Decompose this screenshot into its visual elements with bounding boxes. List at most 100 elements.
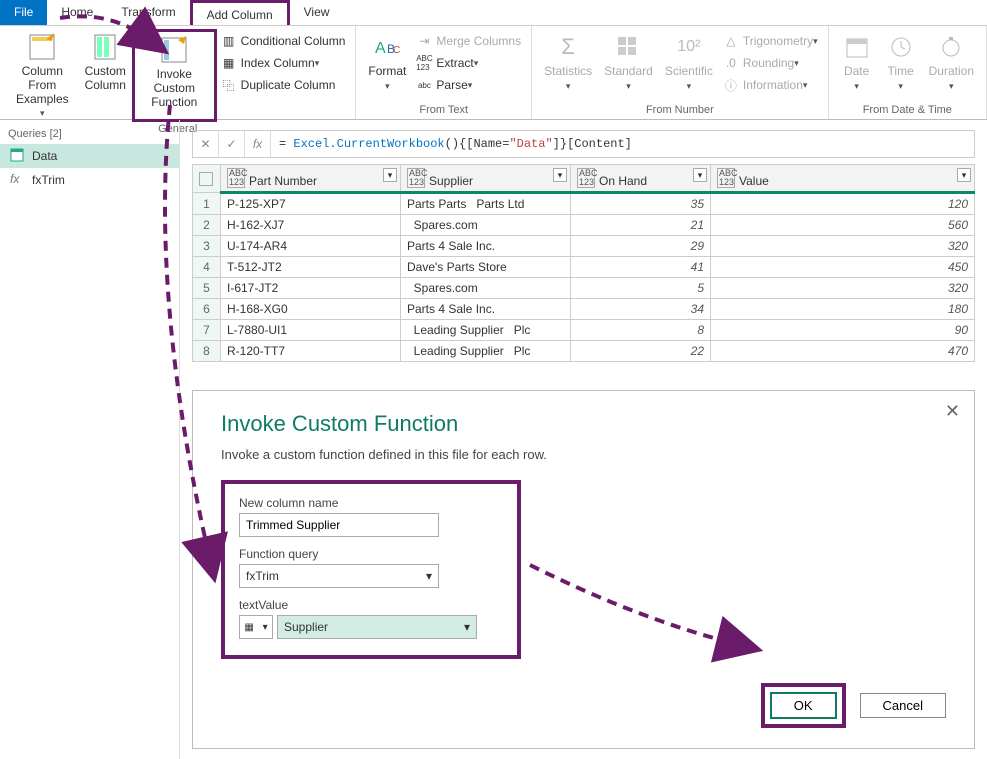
row-number[interactable]: 1 xyxy=(193,193,221,215)
cell-on-hand[interactable]: 5 xyxy=(571,278,711,299)
invoke-custom-function-button[interactable]: Invoke Custom Function xyxy=(132,29,217,122)
cell-value[interactable]: 120 xyxy=(711,193,975,215)
cell-supplier[interactable]: Spares.com xyxy=(401,215,571,236)
statistics-button[interactable]: ΣStatistics xyxy=(538,29,598,103)
cell-supplier[interactable]: Parts 4 Sale Inc. xyxy=(401,236,571,257)
cell-part-number[interactable]: H-162-XJ7 xyxy=(221,215,401,236)
cell-on-hand[interactable]: 35 xyxy=(571,193,711,215)
standard-button[interactable]: Standard xyxy=(598,29,659,103)
rounding-button[interactable]: .0Rounding xyxy=(719,53,822,73)
time-button[interactable]: Time xyxy=(879,29,923,103)
information-button[interactable]: ⓘInformation xyxy=(719,75,822,95)
cell-value[interactable]: 320 xyxy=(711,236,975,257)
grid-corner[interactable] xyxy=(193,165,221,193)
cell-part-number[interactable]: U-174-AR4 xyxy=(221,236,401,257)
formula-cancel-button[interactable]: ✕ xyxy=(193,131,219,157)
column-filter-button[interactable]: ▾ xyxy=(693,168,707,182)
cell-part-number[interactable]: R-120-TT7 xyxy=(221,341,401,362)
cancel-button[interactable]: Cancel xyxy=(860,693,946,718)
cell-supplier[interactable]: Parts Parts Parts Ltd xyxy=(401,193,571,215)
cell-value[interactable]: 90 xyxy=(711,320,975,341)
cell-supplier[interactable]: Leading Supplier Plc xyxy=(401,320,571,341)
cell-on-hand[interactable]: 41 xyxy=(571,257,711,278)
tab-transform[interactable]: Transform xyxy=(107,0,189,25)
cell-on-hand[interactable]: 29 xyxy=(571,236,711,257)
table-row[interactable]: 6H-168-XG0Parts 4 Sale Inc.34180 xyxy=(193,299,975,320)
cell-part-number[interactable]: P-125-XP7 xyxy=(221,193,401,215)
tab-file[interactable]: File xyxy=(0,0,47,25)
row-number[interactable]: 3 xyxy=(193,236,221,257)
table-row[interactable]: 1P-125-XP7Parts Parts Parts Ltd35120 xyxy=(193,193,975,215)
column-filter-button[interactable]: ▾ xyxy=(383,168,397,182)
custom-column-button[interactable]: Custom Column xyxy=(79,29,132,122)
ribbon-group-from-number-label: From Number xyxy=(538,103,822,119)
cell-value[interactable]: 320 xyxy=(711,278,975,299)
cell-supplier[interactable]: Spares.com xyxy=(401,278,571,299)
datatype-icon[interactable]: ABC 123 xyxy=(577,168,595,188)
table-row[interactable]: 3U-174-AR4Parts 4 Sale Inc.29320 xyxy=(193,236,975,257)
cell-on-hand[interactable]: 34 xyxy=(571,299,711,320)
cell-value[interactable]: 450 xyxy=(711,257,975,278)
cell-on-hand[interactable]: 21 xyxy=(571,215,711,236)
conditional-column-button[interactable]: ▥Conditional Column xyxy=(217,31,350,51)
column-header-supplier[interactable]: ABC 123Supplier▾ xyxy=(401,165,571,193)
row-number[interactable]: 6 xyxy=(193,299,221,320)
datatype-icon[interactable]: ABC 123 xyxy=(717,168,735,188)
tab-view[interactable]: View xyxy=(290,0,344,25)
column-filter-button[interactable]: ▾ xyxy=(553,168,567,182)
date-button[interactable]: Date xyxy=(835,29,879,103)
merge-columns-button[interactable]: ⇥Merge Columns xyxy=(412,31,525,51)
cell-part-number[interactable]: I-617-JT2 xyxy=(221,278,401,299)
scientific-button[interactable]: 10²Scientific xyxy=(659,29,719,103)
column-header-part-number[interactable]: ABC 123Part Number▾ xyxy=(221,165,401,193)
textvalue-column-select[interactable]: Supplier▾ xyxy=(277,615,477,639)
formula-fx-button[interactable]: fx xyxy=(245,131,271,157)
cell-part-number[interactable]: T-512-JT2 xyxy=(221,257,401,278)
query-item-data[interactable]: Data xyxy=(0,144,179,168)
ok-button[interactable]: OK xyxy=(770,692,837,719)
tab-add-column[interactable]: Add Column xyxy=(190,0,290,25)
duration-button[interactable]: Duration xyxy=(923,29,980,103)
fx-icon: fx xyxy=(10,172,26,188)
table-row[interactable]: 8R-120-TT7 Leading Supplier Plc22470 xyxy=(193,341,975,362)
row-number[interactable]: 2 xyxy=(193,215,221,236)
formula-text[interactable]: = Excel.CurrentWorkbook(){[Name="Data"]}… xyxy=(271,137,974,151)
table-row[interactable]: 4T-512-JT2Dave's Parts Store41450 xyxy=(193,257,975,278)
table-row[interactable]: 2H-162-XJ7 Spares.com21560 xyxy=(193,215,975,236)
column-from-examples-button[interactable]: Column From Examples xyxy=(6,29,79,122)
column-header-on-hand[interactable]: ABC 123On Hand▾ xyxy=(571,165,711,193)
cell-on-hand[interactable]: 8 xyxy=(571,320,711,341)
row-number[interactable]: 7 xyxy=(193,320,221,341)
table-row[interactable]: 5I-617-JT2 Spares.com5320 xyxy=(193,278,975,299)
cell-supplier[interactable]: Leading Supplier Plc xyxy=(401,341,571,362)
cell-value[interactable]: 470 xyxy=(711,341,975,362)
tab-home[interactable]: Home xyxy=(47,0,107,25)
trigonometry-button[interactable]: △Trigonometry xyxy=(719,31,822,51)
textvalue-type-button[interactable]: ▦▾ xyxy=(239,615,273,639)
extract-button[interactable]: ABC123Extract xyxy=(412,53,525,73)
datatype-icon[interactable]: ABC 123 xyxy=(227,168,245,188)
function-query-select[interactable]: fxTrim▾ xyxy=(239,564,439,588)
cell-supplier[interactable]: Parts 4 Sale Inc. xyxy=(401,299,571,320)
row-number[interactable]: 4 xyxy=(193,257,221,278)
cell-part-number[interactable]: H-168-XG0 xyxy=(221,299,401,320)
cell-value[interactable]: 560 xyxy=(711,215,975,236)
cell-part-number[interactable]: L-7880-UI1 xyxy=(221,320,401,341)
parse-button[interactable]: abcParse xyxy=(412,75,525,95)
datatype-icon[interactable]: ABC 123 xyxy=(407,168,425,188)
cell-value[interactable]: 180 xyxy=(711,299,975,320)
row-number[interactable]: 8 xyxy=(193,341,221,362)
format-button[interactable]: ABC Format xyxy=(362,29,412,103)
cell-on-hand[interactable]: 22 xyxy=(571,341,711,362)
row-number[interactable]: 5 xyxy=(193,278,221,299)
dialog-close-button[interactable]: ✕ xyxy=(945,401,960,422)
cell-supplier[interactable]: Dave's Parts Store xyxy=(401,257,571,278)
index-column-button[interactable]: ▦Index Column xyxy=(217,53,350,73)
query-item-fxtrim[interactable]: fx fxTrim xyxy=(0,168,179,192)
table-row[interactable]: 7L-7880-UI1 Leading Supplier Plc890 xyxy=(193,320,975,341)
duplicate-column-button[interactable]: ⿻Duplicate Column xyxy=(217,75,350,95)
new-column-name-input[interactable] xyxy=(239,513,439,537)
column-filter-button[interactable]: ▾ xyxy=(957,168,971,182)
column-header-value[interactable]: ABC 123Value▾ xyxy=(711,165,975,193)
formula-commit-button[interactable]: ✓ xyxy=(219,131,245,157)
